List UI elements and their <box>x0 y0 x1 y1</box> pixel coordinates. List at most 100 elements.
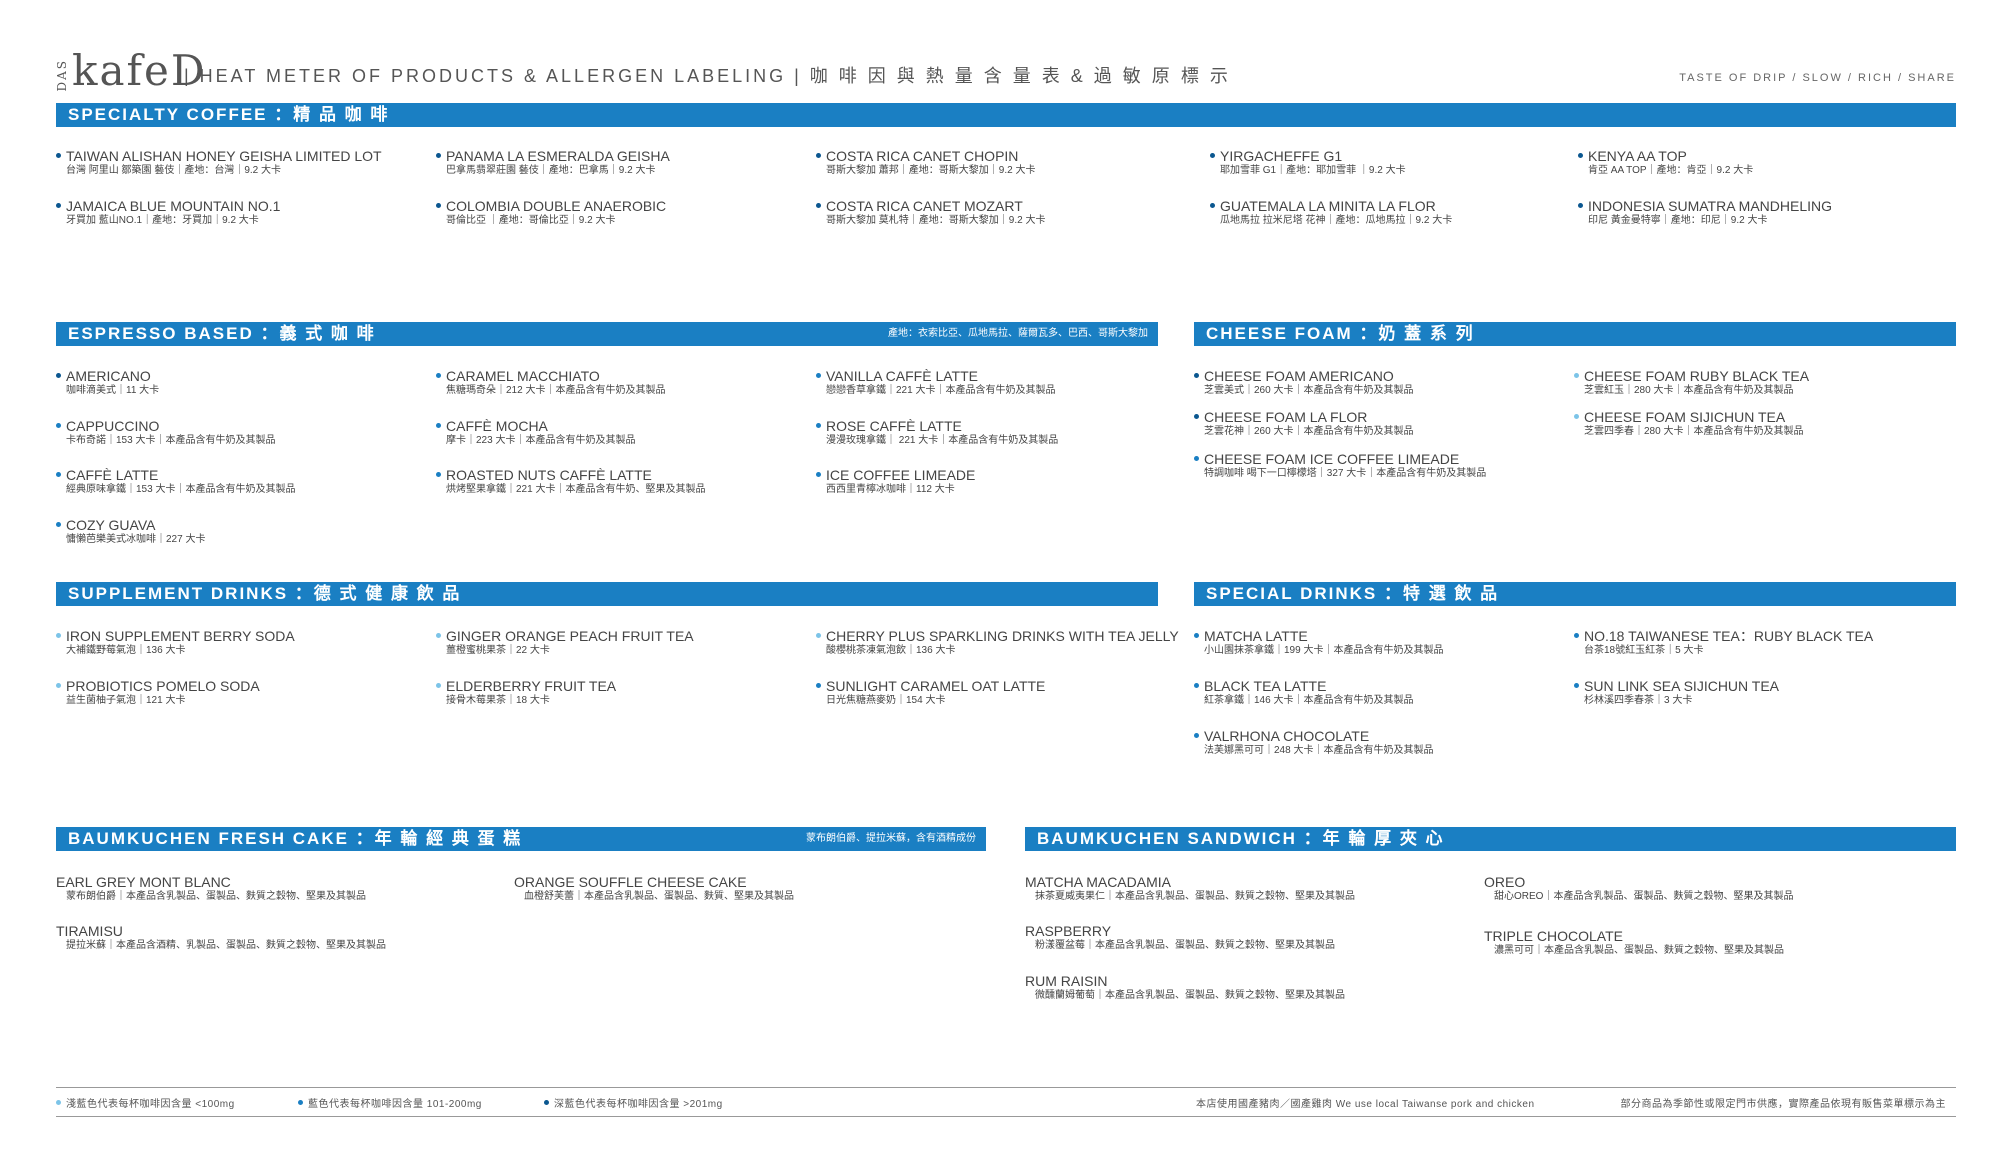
item-title: IRON SUPPLEMENT BERRY SODA <box>56 628 295 644</box>
menu-item: CHERRY PLUS SPARKLING DRINKS WITH TEA JE… <box>816 628 1179 658</box>
item-title-text: ROSE CAFFÈ LATTE <box>826 418 962 434</box>
item-title: TIRAMISU <box>56 923 386 939</box>
item-title: CHEESE FOAM ICE COFFEE LIMEADE <box>1194 451 1486 467</box>
section-bar-specialty-coffee: SPECIALTY COFFEE ：精 品 咖 啡 <box>56 103 1956 127</box>
caffeine-dot-icon <box>1194 732 1199 738</box>
item-title-text: CHEESE FOAM RUBY BLACK TEA <box>1584 368 1810 384</box>
caffeine-dot-icon <box>816 202 821 208</box>
caffeine-dot-icon <box>1194 682 1199 688</box>
item-title: RUM RAISIN <box>1025 973 1345 989</box>
menu-item: OREO 甜心OREO｜本產品含乳製品、蛋製品、麩質之穀物、堅果及其製品 <box>1484 874 1793 904</box>
caffeine-dot-icon <box>56 682 61 688</box>
item-title: GUATEMALA LA MINITA LA FLOR <box>1210 198 1452 214</box>
item-title-text: IRON SUPPLEMENT BERRY SODA <box>66 628 295 644</box>
item-title: OREO <box>1484 874 1793 890</box>
item-subtitle: 紅茶拿鐵｜146 大卡｜本產品含有牛奶及其製品 <box>1204 695 1414 706</box>
section-title: BAUMKUCHEN FRESH CAKE ：年 輪 經 典 蛋 糕 <box>68 829 523 848</box>
item-title-text: MATCHA LATTE <box>1204 628 1308 644</box>
item-subtitle: 摩卡｜223 大卡｜本產品含有牛奶及其製品 <box>446 435 636 446</box>
menu-item: COZY GUAVA 慵懶芭樂美式冰咖啡｜227 大卡 <box>56 517 205 547</box>
item-title-text: TIRAMISU <box>56 923 123 939</box>
item-subtitle: 巴拿馬翡翠莊園 藝伎｜產地：巴拿馬｜9.2 大卡 <box>446 165 656 176</box>
menu-item: CAFFÈ LATTE 經典原味拿鐵｜153 大卡｜本產品含有牛奶及其製品 <box>56 467 295 497</box>
item-subtitle: 哥斯大黎加 莫札特｜產地：哥斯大黎加｜9.2 大卡 <box>826 215 1046 226</box>
item-title-text: TRIPLE CHOCOLATE <box>1484 928 1623 944</box>
item-subtitle: 哥斯大黎加 蕭邦｜產地：哥斯大黎加｜9.2 大卡 <box>826 165 1036 176</box>
item-title-text: EARL GREY MONT BLANC <box>56 874 231 890</box>
item-title: PROBIOTICS POMELO SODA <box>56 678 260 694</box>
caffeine-dot-icon <box>816 682 821 688</box>
item-subtitle: 牙買加 藍山NO.1｜產地：牙買加｜9.2 大卡 <box>66 215 259 226</box>
item-title-text: PANAMA LA ESMERALDA GEISHA <box>446 148 670 164</box>
section-note: 產地：衣索比亞、瓜地馬拉、薩爾瓦多、巴西、哥斯大黎加 <box>888 328 1148 339</box>
item-subtitle: 酸櫻桃茶凍氣泡飲｜136 大卡 <box>826 645 956 656</box>
item-subtitle: 耶加雪菲 G1｜產地：耶加雪菲 ｜9.2 大卡 <box>1220 165 1406 176</box>
item-subtitle: 法芙娜黑可可｜248 大卡｜本產品含有牛奶及其製品 <box>1204 745 1434 756</box>
caffeine-dot-icon <box>436 372 441 378</box>
menu-item: YIRGACHEFFE G1 耶加雪菲 G1｜產地：耶加雪菲 ｜9.2 大卡 <box>1210 148 1406 178</box>
item-subtitle: 烘烤堅果拿鐵｜221 大卡｜本產品含有牛奶、堅果及其製品 <box>446 484 706 495</box>
item-title: GINGER ORANGE PEACH FRUIT TEA <box>436 628 694 644</box>
item-title: ROSE CAFFÈ LATTE <box>816 418 1058 434</box>
legend-text: 淺藍色代表每杯咖啡因含量 <100mg <box>66 1099 235 1110</box>
section-bar-cheese-foam: CHEESE FOAM ：奶 蓋 系 列 <box>1194 322 1956 346</box>
pork-notice: 本店使用國產豬肉／國產雞肉 We use local Taiwanse pork… <box>1196 1099 1535 1110</box>
menu-item: CAFFÈ MOCHA 摩卡｜223 大卡｜本產品含有牛奶及其製品 <box>436 418 635 448</box>
caffeine-dot-icon <box>1194 372 1199 378</box>
item-title-text: SUN LINK SEA SIJICHUN TEA <box>1584 678 1780 694</box>
caffeine-dot-icon <box>1210 152 1215 158</box>
caffeine-dot-icon <box>1574 682 1579 688</box>
item-title: COSTA RICA CANET MOZART <box>816 198 1045 214</box>
item-title-text: CAPPUCCINO <box>66 418 160 434</box>
item-subtitle: 日光焦糖燕麥奶｜154 大卡 <box>826 695 946 706</box>
menu-item: NO.18 TAIWANESE TEA：RUBY BLACK TEA 台茶18號紅… <box>1574 628 1873 658</box>
caffeine-dot-icon <box>1210 202 1215 208</box>
legend-text: 深藍色代表每杯咖啡因含量 >201mg <box>554 1099 723 1110</box>
caffeine-dot-icon <box>56 372 61 378</box>
caffeine-dot-icon <box>436 152 441 158</box>
menu-item: KENYA AA TOP 肯亞 AA TOP｜產地：肯亞｜9.2 大卡 <box>1578 148 1753 178</box>
item-title: CHEESE FOAM SIJICHUN TEA <box>1574 409 1803 425</box>
tagline: TASTE OF DRIP / SLOW / RICH / SHARE <box>1679 72 1956 84</box>
item-title-text: MATCHA MACADAMIA <box>1025 874 1171 890</box>
section-title: ESPRESSO BASED ：義 式 咖 啡 <box>68 324 376 343</box>
item-title-text: CAFFÈ MOCHA <box>446 418 548 434</box>
caffeine-dot-icon <box>1578 202 1583 208</box>
item-title: CAFFÈ LATTE <box>56 467 295 483</box>
item-title-text: CAFFÈ LATTE <box>66 467 159 483</box>
caffeine-dot-icon <box>56 202 61 208</box>
item-title: PANAMA LA ESMERALDA GEISHA <box>436 148 670 164</box>
caffeine-dot-icon <box>1574 413 1579 419</box>
section-bar-espresso-based: ESPRESSO BASED ：義 式 咖 啡 產地：衣索比亞、瓜地馬拉、薩爾瓦… <box>56 322 1158 346</box>
caffeine-dot-icon <box>1194 632 1199 638</box>
item-title-text: VALRHONA CHOCOLATE <box>1204 728 1370 744</box>
item-subtitle: 漫漫玫瑰拿鐵｜ 221 大卡｜本產品含有牛奶及其製品 <box>826 435 1059 446</box>
menu-item: CARAMEL MACCHIATO 焦糖瑪奇朵｜212 大卡｜本產品含有牛奶及其製… <box>436 368 665 398</box>
item-title-text: SUNLIGHT CARAMEL OAT LATTE <box>826 678 1046 694</box>
caffeine-dot-icon <box>816 372 821 378</box>
item-subtitle: 蒙布朗伯爵｜本產品含乳製品、蛋製品、麩質之穀物、堅果及其製品 <box>66 891 366 902</box>
menu-item: TIRAMISU 提拉米蘇｜本產品含酒精、乳製品、蛋製品、麩質之穀物、堅果及其製品 <box>56 923 386 953</box>
section-bar-baumkuchen-sandwich: BAUMKUCHEN SANDWICH ：年 輪 厚 夾 心 <box>1025 827 1956 851</box>
item-title: VANILLA CAFFÈ LATTE <box>816 368 1055 384</box>
item-subtitle: 戀戀香草拿鐵｜221 大卡｜本產品含有牛奶及其製品 <box>826 385 1056 396</box>
item-title-text: ROASTED NUTS CAFFÈ LATTE <box>446 467 652 483</box>
item-title: KENYA AA TOP <box>1578 148 1753 164</box>
caffeine-dot-icon <box>56 152 61 158</box>
menu-item: CAPPUCCINO 卡布奇諾｜153 大卡｜本產品含有牛奶及其製品 <box>56 418 275 448</box>
section-bar-supplement-drinks: SUPPLEMENT DRINKS ：德 式 健 康 飲 品 <box>56 582 1158 606</box>
item-title-text: ELDERBERRY FRUIT TEA <box>446 678 617 694</box>
caffeine-dot-icon <box>436 202 441 208</box>
menu-item: JAMAICA BLUE MOUNTAIN NO.1 牙買加 藍山NO.1｜產地：… <box>56 198 280 228</box>
item-title-text: CHERRY PLUS SPARKLING DRINKS WITH TEA JE… <box>826 628 1179 644</box>
item-title: CARAMEL MACCHIATO <box>436 368 665 384</box>
item-title-text: YIRGACHEFFE G1 <box>1220 148 1343 164</box>
item-title: ELDERBERRY FRUIT TEA <box>436 678 616 694</box>
item-subtitle: 咖啡滴美式｜11 大卡 <box>66 385 160 396</box>
header: DAS kafeD | HEAT METER OF PRODUCTS & ALL… <box>55 44 1956 100</box>
item-subtitle: 接骨木莓果茶｜18 大卡 <box>446 695 550 706</box>
caffeine-dot-icon <box>816 422 821 428</box>
item-title-text: RASPBERRY <box>1025 923 1112 939</box>
item-title: CAFFÈ MOCHA <box>436 418 635 434</box>
item-title: NO.18 TAIWANESE TEA：RUBY BLACK TEA <box>1574 628 1873 644</box>
